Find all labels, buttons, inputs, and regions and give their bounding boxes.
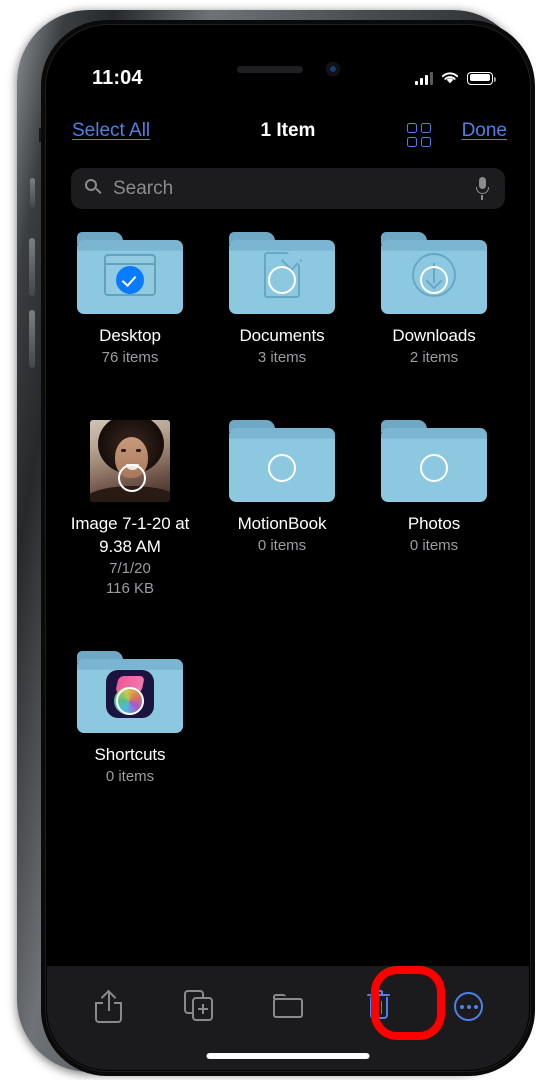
selection-circle-icon[interactable] bbox=[420, 454, 448, 482]
phone-frame: 11:04 Select All 1 Item Done Search Desk… bbox=[17, 10, 535, 1076]
file-item-photos[interactable]: Photos 0 items bbox=[365, 420, 503, 599]
microphone-icon[interactable] bbox=[475, 177, 489, 200]
selection-circle-icon[interactable] bbox=[420, 266, 448, 294]
file-name: Desktop bbox=[99, 326, 161, 345]
file-detail: 0 items bbox=[105, 768, 155, 785]
file-item-shortcuts[interactable]: Shortcuts 0 items bbox=[61, 651, 199, 787]
file-item-motionbook[interactable]: MotionBook 0 items bbox=[213, 420, 351, 599]
file-name: Image 7-1-20 at 9.38 AM bbox=[70, 514, 190, 556]
file-name: Photos bbox=[407, 514, 461, 533]
phone-screen: 11:04 Select All 1 Item Done Search Desk… bbox=[47, 26, 529, 1070]
home-indicator[interactable] bbox=[206, 1053, 370, 1059]
new-folder-button[interactable] bbox=[262, 984, 314, 1028]
thumbnail bbox=[77, 651, 183, 733]
status-indicators bbox=[415, 71, 496, 85]
file-detail: 3 items bbox=[257, 349, 307, 366]
thumbnail bbox=[77, 420, 183, 502]
file-detail: 7/1/20 bbox=[109, 560, 151, 577]
search-icon bbox=[85, 179, 103, 197]
volume-up-button[interactable] bbox=[29, 238, 35, 296]
wifi-icon bbox=[441, 72, 459, 84]
screenshot-root: 11:04 Select All 1 Item Done Search Desk… bbox=[0, 0, 542, 1080]
search-input[interactable]: Search bbox=[71, 168, 505, 209]
thumbnail bbox=[381, 420, 487, 502]
share-icon bbox=[95, 989, 122, 1023]
file-name: MotionBook bbox=[237, 514, 327, 533]
volume-down-button[interactable] bbox=[29, 310, 35, 368]
share-button[interactable] bbox=[82, 984, 134, 1028]
file-name: Documents bbox=[239, 326, 325, 345]
thumbnail bbox=[229, 232, 335, 314]
file-item-desktop[interactable]: Desktop 76 items bbox=[61, 232, 199, 368]
file-item-image[interactable]: Image 7-1-20 at 9.38 AM 7/1/20 116 KB bbox=[61, 420, 199, 599]
file-detail: 76 items bbox=[101, 349, 159, 366]
file-name: Shortcuts bbox=[94, 745, 166, 764]
signal-bars-icon bbox=[415, 71, 433, 85]
file-detail: 2 items bbox=[409, 349, 459, 366]
done-button[interactable]: Done bbox=[462, 120, 507, 142]
file-detail: 0 items bbox=[257, 537, 307, 554]
selection-circle-icon[interactable] bbox=[118, 464, 146, 492]
selection-checkmark-icon[interactable] bbox=[116, 266, 144, 294]
duplicate-button[interactable] bbox=[172, 984, 224, 1028]
search-placeholder: Search bbox=[113, 178, 174, 199]
file-size: 116 KB bbox=[105, 580, 155, 597]
file-item-downloads[interactable]: Downloads 2 items bbox=[365, 232, 503, 368]
grid-view-icon[interactable] bbox=[407, 123, 431, 147]
selection-circle-icon[interactable] bbox=[268, 454, 296, 482]
thumbnail bbox=[229, 420, 335, 502]
file-name: Downloads bbox=[392, 326, 476, 345]
file-grid: Desktop 76 items Documents 3 items Downl… bbox=[47, 232, 529, 805]
selection-circle-icon[interactable] bbox=[268, 266, 296, 294]
thumbnail bbox=[77, 232, 183, 314]
battery-icon bbox=[467, 71, 496, 85]
more-button[interactable] bbox=[442, 984, 494, 1028]
silent-switch[interactable] bbox=[30, 178, 35, 208]
duplicate-icon bbox=[184, 990, 214, 1022]
highlight-annotation bbox=[371, 966, 445, 1040]
status-bar: 11:04 bbox=[47, 64, 529, 98]
folder-icon bbox=[273, 994, 303, 1018]
page-title: 1 Item bbox=[260, 120, 316, 141]
file-detail: 0 items bbox=[409, 537, 459, 554]
selection-circle-icon[interactable] bbox=[116, 687, 144, 715]
status-time: 11:04 bbox=[92, 67, 143, 89]
thumbnail bbox=[381, 232, 487, 314]
navigation-bar: Select All 1 Item Done bbox=[47, 112, 529, 158]
file-item-documents[interactable]: Documents 3 items bbox=[213, 232, 351, 368]
more-circle-icon bbox=[454, 992, 483, 1021]
